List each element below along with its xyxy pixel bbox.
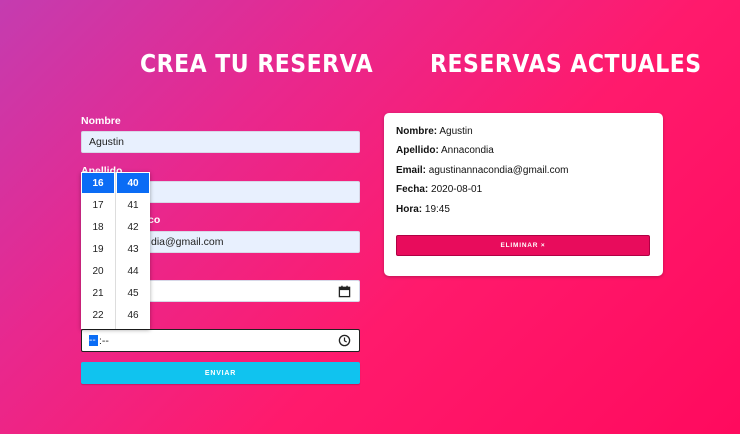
hour-option[interactable]: 20 [82, 261, 114, 281]
minute-option[interactable]: 44 [117, 261, 149, 281]
minute-option[interactable]: 42 [117, 217, 149, 237]
hour-option[interactable]: 16 [82, 173, 114, 193]
hour-option[interactable]: 21 [82, 283, 114, 303]
booking-email: Email: agustinannacondia@gmail.com [396, 165, 569, 176]
time-rest: :-- [99, 334, 109, 347]
hour-option[interactable]: 18 [82, 217, 114, 237]
minute-option[interactable]: 45 [117, 283, 149, 303]
time-picker[interactable]: 16 17 18 19 20 21 22 40 41 42 43 44 45 4… [81, 172, 150, 329]
minute-option[interactable]: 41 [117, 195, 149, 215]
booking-apellido: Apellido: Annacondia [396, 145, 494, 156]
booking-card: Nombre: Agustin Apellido: Annacondia Ema… [384, 113, 663, 276]
minute-option[interactable]: 46 [117, 305, 149, 325]
hour-column[interactable]: 16 17 18 19 20 21 22 [81, 172, 115, 327]
nombre-label: Nombre [81, 115, 121, 127]
clock-icon[interactable] [338, 334, 351, 347]
hour-option[interactable]: 19 [82, 239, 114, 259]
nombre-value: Agustin [89, 136, 125, 148]
email-value: dia@gmail.com [151, 236, 224, 248]
hour-segment[interactable]: -- [89, 335, 98, 346]
calendar-icon[interactable] [338, 285, 351, 298]
minute-option[interactable]: 43 [117, 239, 149, 259]
minute-column[interactable]: 40 41 42 43 44 45 46 [116, 172, 150, 327]
delete-button[interactable]: ELIMINAR × [396, 235, 650, 256]
form-title: CREA TU RESERVA [140, 50, 374, 79]
hour-option[interactable]: 22 [82, 305, 114, 325]
hora-input[interactable]: -- :-- [81, 329, 360, 352]
bookings-title: RESERVAS ACTUALES [430, 50, 702, 79]
booking-nombre: Nombre: Agustin [396, 126, 473, 137]
nombre-input[interactable]: Agustin [81, 131, 360, 153]
minute-option[interactable]: 40 [117, 173, 149, 193]
booking-hora: Hora: 19:45 [396, 204, 450, 215]
send-button[interactable]: ENVIAR [81, 362, 360, 384]
hour-option[interactable]: 17 [82, 195, 114, 215]
booking-fecha: Fecha: 2020-08-01 [396, 184, 483, 195]
